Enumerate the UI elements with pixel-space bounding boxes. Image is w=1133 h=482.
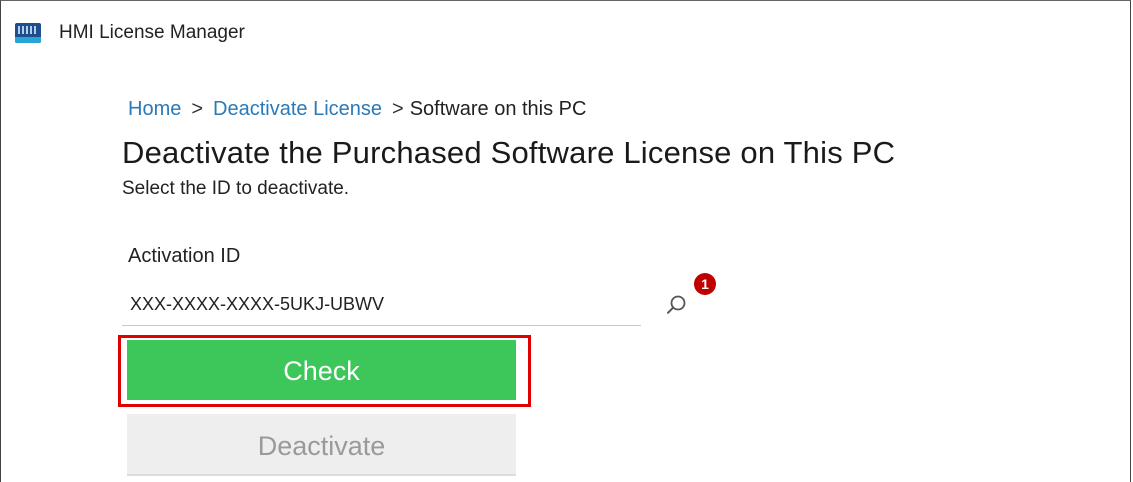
step-badge: 1 (694, 273, 716, 295)
hmi-app-icon (15, 23, 41, 43)
deactivate-button[interactable]: Deactivate (127, 414, 516, 476)
page-subtitle: Select the ID to deactivate. (122, 178, 350, 199)
breadcrumb-separator: > (392, 98, 404, 120)
search-icon (667, 295, 686, 314)
app-window: HMI License Manager Home > Deactivate Lice… (0, 0, 1131, 482)
activation-id-label: Activation ID (128, 245, 241, 267)
breadcrumb-separator: > (191, 98, 204, 120)
breadcrumb-home-link[interactable]: Home (128, 98, 181, 120)
title-bar: HMI License Manager (1, 1, 1130, 63)
breadcrumb-deactivate-license-link[interactable]: Deactivate License (213, 98, 382, 120)
breadcrumb: Home > Deactivate License > Software on this… (128, 98, 586, 121)
search-button[interactable] (661, 291, 691, 319)
page-title: Deactivate the Purchased Software Licens… (122, 135, 896, 170)
window-title: HMI License Manager (59, 22, 245, 43)
activation-id-input[interactable] (122, 284, 641, 326)
breadcrumb-current: Software on this PC (409, 98, 587, 120)
check-button[interactable]: Check (127, 340, 516, 400)
